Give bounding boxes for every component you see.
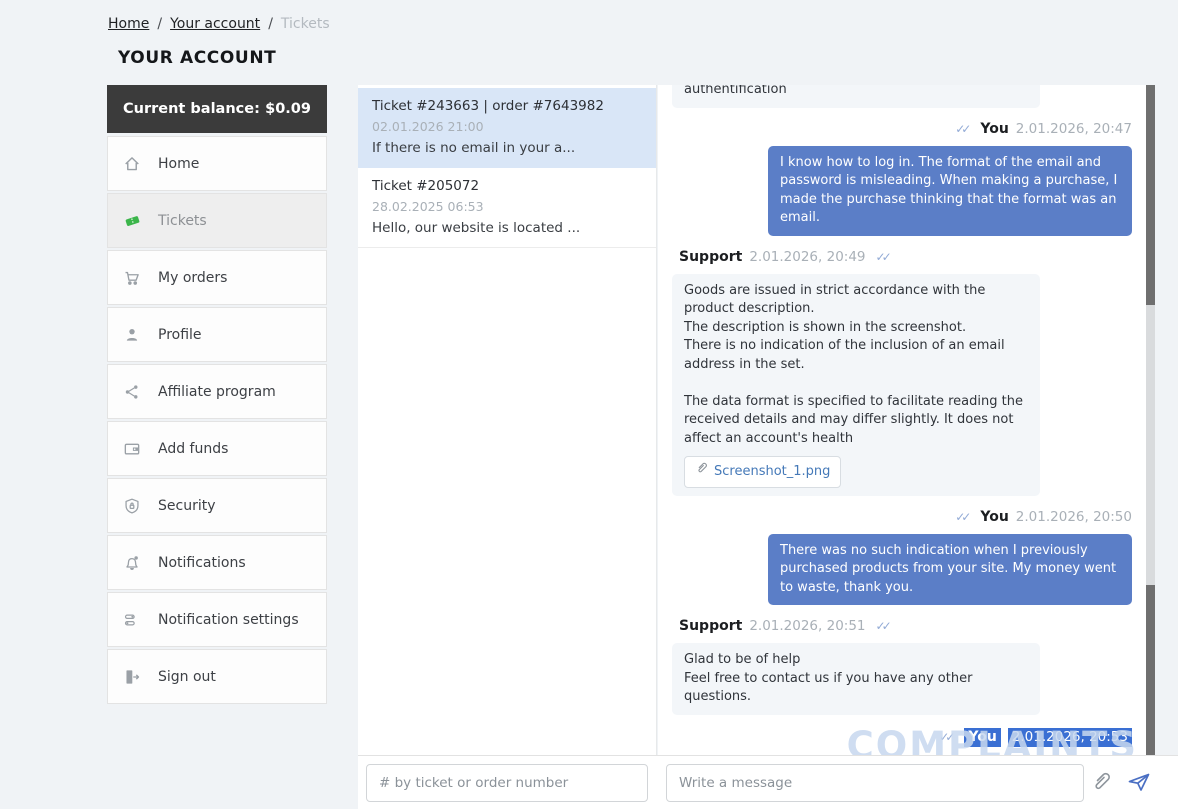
page-title: YOUR ACCOUNT xyxy=(118,48,276,68)
wallet-icon xyxy=(123,440,149,458)
sender-name: Support xyxy=(679,618,742,635)
message-time: 2.01.2026, 20:49 xyxy=(749,249,865,266)
sidebar-item-notifications[interactable]: Notifications xyxy=(107,535,327,590)
sidebar-item-notification-settings[interactable]: Notification settings xyxy=(107,592,327,647)
message-bubble: I know how to log in. The format of the … xyxy=(768,146,1132,236)
ticket-title: Ticket #205072 xyxy=(372,177,642,195)
breadcrumb-item-home[interactable]: Home xyxy=(108,16,149,32)
sidebar-item-label: Notification settings xyxy=(158,612,299,628)
ticket-list: Ticket #243663 | order #7643982 02.01.202… xyxy=(358,85,657,755)
message-bubble: There was no such indication when I prev… xyxy=(768,534,1132,606)
share-icon xyxy=(123,383,149,401)
sidebar-item-sign-out[interactable]: Sign out xyxy=(107,649,327,704)
sidebar-item-add-funds[interactable]: Add funds xyxy=(107,421,327,476)
read-receipt-icon: ✓✓ xyxy=(955,509,967,526)
read-receipt-icon: ✓✓ xyxy=(876,249,888,266)
sidebar-item-home[interactable]: Home xyxy=(107,136,327,191)
home-icon xyxy=(123,155,149,173)
sender-name: You xyxy=(980,121,1008,138)
sidebar-item-label: Sign out xyxy=(158,669,216,685)
sidebar-item-label: My orders xyxy=(158,270,227,286)
message-bubble: Goods are issued in strict accordance wi… xyxy=(672,274,1040,496)
ticket-list-item[interactable]: Ticket #243663 | order #7643982 02.01.202… xyxy=(358,88,656,168)
ticket-list-item[interactable]: Ticket #205072 28.02.2025 06:53 Hello, our… xyxy=(358,168,656,248)
sender-name: You xyxy=(964,728,1000,747)
ticket-preview: Hello, our website is located ... xyxy=(372,219,642,237)
message-bubble: authentification xyxy=(672,85,1040,108)
sidebar-item-label: Affiliate program xyxy=(158,384,276,400)
send-icon xyxy=(1126,782,1152,797)
ticket-icon xyxy=(123,212,149,230)
sender-name: You xyxy=(980,509,1008,526)
message-time: 2.01.2026, 20:47 xyxy=(1016,121,1132,138)
sidebar-item-label: Add funds xyxy=(158,441,228,457)
bell-icon xyxy=(123,554,149,572)
read-receipt-icon: ✓✓ xyxy=(939,729,951,746)
shield-icon xyxy=(123,497,149,515)
sidebar-item-affiliate-program[interactable]: Affiliate program xyxy=(107,364,327,419)
message-meta: Support 2.01.2026, 20:51 ✓✓ xyxy=(672,618,1132,635)
breadcrumb-item-tickets: Tickets xyxy=(281,16,330,32)
message-meta: ✓✓ You 2.01.2026, 20:47 xyxy=(672,121,1132,138)
message-time: 2.01.2026, 20:53 xyxy=(1008,728,1132,747)
ticket-search-input[interactable] xyxy=(366,764,648,802)
paperclip-icon xyxy=(1090,782,1112,797)
message-meta: Support 2.01.2026, 20:49 ✓✓ xyxy=(672,249,1132,266)
read-receipt-icon: ✓✓ xyxy=(876,618,888,635)
balance-value: $0.09 xyxy=(265,101,311,117)
message-time: 2.01.2026, 20:51 xyxy=(749,618,865,635)
attachment-paperclip-icon xyxy=(695,461,708,483)
sidebar-item-label: Notifications xyxy=(158,555,246,571)
balance-header: Current balance: $0.09 xyxy=(107,85,327,133)
balance-label: Current balance: xyxy=(123,101,260,117)
ticket-date: 28.02.2025 06:53 xyxy=(372,198,642,215)
chat-scrollbar-thumb[interactable] xyxy=(1146,305,1155,585)
ticket-preview: If there is no email in your a... xyxy=(372,139,642,157)
message-time: 2.01.2026, 20:50 xyxy=(1016,509,1132,526)
chat-panel: authentification ✓✓ You 2.01.2026, 20:47 I k… xyxy=(658,85,1146,755)
message-meta: ✓✓ You 2.01.2026, 20:50 xyxy=(672,509,1132,526)
message-input[interactable] xyxy=(666,764,1084,802)
sidebar-item-profile[interactable]: Profile xyxy=(107,307,327,362)
sidebar: Current balance: $0.09 Home Tickets My ord… xyxy=(107,85,327,706)
ticket-title: Ticket #243663 | order #7643982 xyxy=(372,97,642,115)
sidebar-item-label: Home xyxy=(158,156,199,172)
sender-name: Support xyxy=(679,249,742,266)
breadcrumb-item-your-account[interactable]: Your account xyxy=(170,16,260,32)
account-tickets-page: Home / Your account / Tickets YOUR ACCOUNT C… xyxy=(0,0,1178,809)
ticket-date: 02.01.2026 21:00 xyxy=(372,118,642,135)
cart-icon xyxy=(123,269,149,287)
read-receipt-icon: ✓✓ xyxy=(955,121,967,138)
attach-file-button[interactable] xyxy=(1090,770,1112,797)
sidebar-item-label: Tickets xyxy=(158,213,207,229)
sidebar-item-security[interactable]: Security xyxy=(107,478,327,533)
bottom-bar xyxy=(358,755,1178,809)
toggles-icon xyxy=(123,611,149,629)
breadcrumb-separator: / xyxy=(157,16,162,32)
sidebar-item-my-orders[interactable]: My orders xyxy=(107,250,327,305)
attachment-filename: Screenshot_1.png xyxy=(714,463,830,482)
attachment-chip[interactable]: Screenshot_1.png xyxy=(684,456,841,488)
sidebar-item-label: Security xyxy=(158,498,216,514)
send-message-button[interactable] xyxy=(1126,770,1152,797)
sidebar-item-tickets[interactable]: Tickets xyxy=(107,193,327,248)
breadcrumb-separator: / xyxy=(268,16,273,32)
sidebar-item-label: Profile xyxy=(158,327,202,343)
message-meta: ✓✓ You 2.01.2026, 20:53 xyxy=(672,728,1132,747)
breadcrumb: Home / Your account / Tickets xyxy=(108,16,330,32)
person-icon xyxy=(123,326,149,344)
message-bubble: Glad to be of help Feel free to contact … xyxy=(672,643,1040,715)
chat-scrollbar[interactable] xyxy=(1146,85,1155,755)
sign-out-icon xyxy=(123,668,149,686)
